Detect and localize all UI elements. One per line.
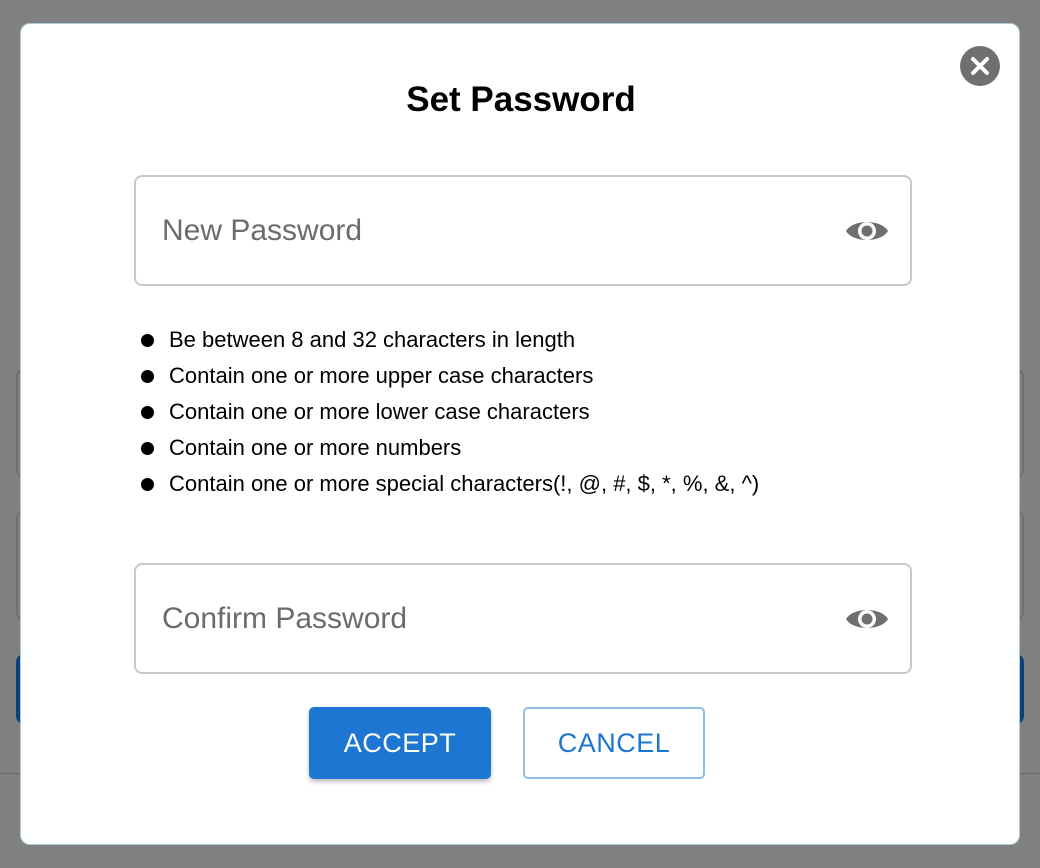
requirement-item: Contain one or more lower case character…: [139, 394, 759, 430]
toggle-new-password-visibility[interactable]: [844, 214, 890, 248]
requirement-text: Contain one or more special characters(!…: [169, 471, 760, 496]
set-password-dialog: Set Password Be between 8 and 32 charact…: [20, 23, 1020, 845]
bullet-icon: [141, 441, 154, 455]
toggle-confirm-password-visibility[interactable]: [844, 602, 890, 636]
requirement-item: Contain one or more special characters(!…: [139, 466, 759, 502]
bullet-icon: [141, 405, 154, 419]
bullet-icon: [141, 333, 154, 347]
requirement-text: Contain one or more upper case character…: [169, 363, 594, 388]
bullet-icon: [141, 369, 154, 383]
dialog-title: Set Password: [406, 80, 636, 119]
confirm-password-input[interactable]: [162, 601, 812, 636]
requirement-item: Contain one or more upper case character…: [139, 358, 759, 394]
new-password-field[interactable]: [134, 175, 912, 286]
requirement-text: Contain one or more numbers: [169, 435, 462, 460]
eye-icon: [846, 609, 888, 628]
close-icon: [971, 57, 989, 75]
accept-button[interactable]: ACCEPT: [309, 707, 491, 779]
requirement-text: Be between 8 and 32 characters in length: [169, 327, 576, 352]
confirm-password-field[interactable]: [134, 563, 912, 674]
requirement-text: Contain one or more lower case character…: [169, 399, 590, 424]
cancel-button[interactable]: CANCEL: [523, 707, 705, 779]
new-password-input[interactable]: [162, 213, 812, 248]
eye-icon: [846, 221, 888, 240]
requirement-item: Contain one or more numbers: [139, 430, 759, 466]
bullet-icon: [141, 477, 154, 491]
password-requirements: Be between 8 and 32 characters in length…: [139, 322, 759, 502]
requirement-item: Be between 8 and 32 characters in length: [139, 322, 759, 358]
